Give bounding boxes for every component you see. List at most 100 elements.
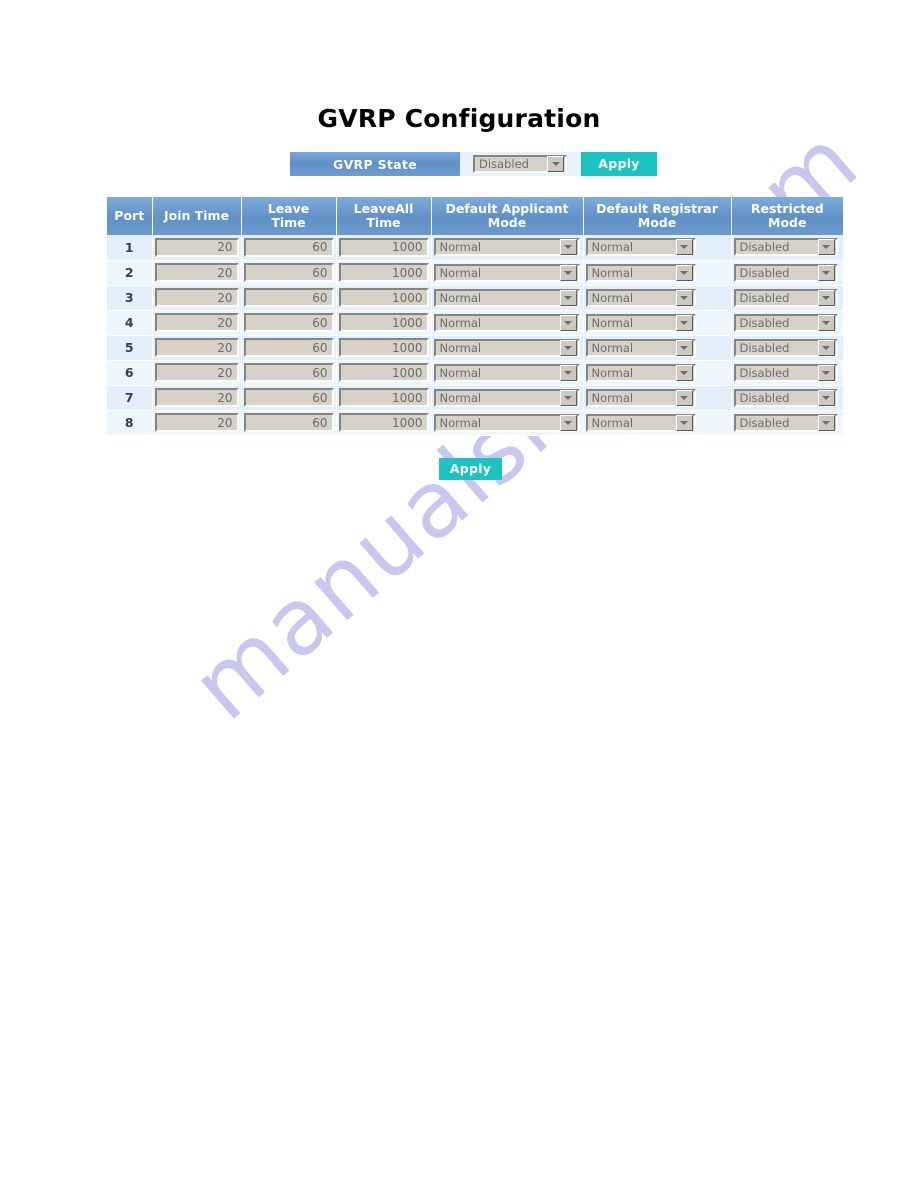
restricted-mode-select[interactable]: Disabled [733, 288, 838, 307]
header-line-1: LeaveAll [353, 201, 414, 216]
watermark-overlay: manualshive.com [0, 0, 918, 1188]
chevron-down-icon [817, 364, 835, 381]
column-header-join-time: Join Time [152, 197, 242, 235]
header-line-1: Port [114, 208, 145, 223]
default-registrar-mode-select[interactable]: Normal [585, 313, 696, 332]
page-title: GVRP Configuration [317, 104, 601, 133]
default-applicant-mode-select[interactable]: Normal [433, 288, 580, 307]
restricted-mode-select[interactable]: Disabled [733, 238, 838, 257]
chevron-down-icon [675, 314, 693, 331]
default-applicant-mode-select-value: Normal [439, 240, 482, 255]
join-time-input[interactable]: 20 [154, 288, 239, 307]
leave-time-input[interactable]: 60 [243, 413, 334, 432]
leaveall-time-input[interactable]: 1000 [338, 263, 429, 282]
restricted-mode-cell: Disabled [731, 260, 843, 286]
join-time-input[interactable]: 20 [154, 363, 239, 382]
gvrp-state-bar: GVRP State Disabled Apply [290, 152, 657, 176]
join-time-cell: 20 [152, 385, 242, 411]
default-registrar-mode-select[interactable]: Normal [585, 288, 696, 307]
default-registrar-mode-select[interactable]: Normal [585, 238, 696, 257]
port-number-cell: 8 [107, 410, 153, 436]
default-applicant-mode-select[interactable]: Normal [433, 413, 580, 432]
leave-time-input[interactable]: 60 [243, 237, 334, 257]
leaveall-time-input[interactable]: 1000 [338, 237, 429, 257]
default-applicant-mode-select[interactable]: Normal [433, 388, 580, 407]
restricted-mode-cell: Disabled [731, 410, 843, 436]
leaveall-time-input[interactable]: 1000 [338, 313, 429, 332]
restricted-mode-select[interactable]: Disabled [733, 388, 838, 407]
default-registrar-mode-select[interactable]: Normal [585, 388, 696, 407]
gvrp-state-apply-button[interactable]: Apply [581, 152, 657, 176]
join-time-input[interactable]: 20 [154, 413, 239, 432]
restricted-mode-select-value: Disabled [739, 365, 790, 380]
default-registrar-mode-cell: Normal [583, 310, 732, 336]
leaveall-time-input[interactable]: 1000 [338, 388, 429, 407]
default-applicant-mode-select[interactable]: Normal [433, 238, 580, 257]
restricted-mode-select[interactable]: Disabled [733, 338, 838, 357]
join-time-cell: 20 [152, 335, 242, 361]
restricted-mode-cell: Disabled [731, 385, 843, 411]
header-line-1: Default Applicant [445, 201, 569, 216]
restricted-mode-select[interactable]: Disabled [733, 263, 838, 282]
leave-time-input[interactable]: 60 [243, 388, 334, 407]
default-registrar-mode-select-value: Normal [591, 365, 634, 380]
column-header-port: Port [107, 197, 153, 235]
header-line-2: Time [366, 215, 401, 230]
leave-time-cell: 60 [241, 335, 337, 361]
default-registrar-mode-select[interactable]: Normal [585, 263, 696, 282]
table-row: 6 20 60 1000 Normal Normal Disabled [107, 360, 843, 386]
leaveall-time-input[interactable]: 1000 [338, 363, 429, 382]
table-row: 3 20 60 1000 Normal Normal Disabled [107, 285, 843, 311]
restricted-mode-select-value: Disabled [739, 390, 790, 405]
leave-time-input[interactable]: 60 [243, 363, 334, 382]
leave-time-cell: 60 [241, 235, 337, 261]
default-registrar-mode-select[interactable]: Normal [585, 338, 696, 357]
default-applicant-mode-select[interactable]: Normal [433, 338, 580, 357]
header-line-2: Mode [637, 215, 677, 230]
chevron-down-icon [559, 339, 577, 356]
restricted-mode-select[interactable]: Disabled [733, 363, 838, 382]
default-registrar-mode-select-value: Normal [591, 315, 634, 330]
leave-time-cell: 60 [241, 385, 337, 411]
default-applicant-mode-select[interactable]: Normal [433, 313, 580, 332]
leaveall-time-cell: 1000 [336, 410, 432, 436]
gvrp-state-select[interactable]: Disabled [473, 155, 567, 173]
default-registrar-mode-select[interactable]: Normal [585, 363, 696, 382]
header-line-1: Default Registrar [596, 201, 718, 216]
default-registrar-mode-select[interactable]: Normal [585, 413, 696, 432]
restricted-mode-select[interactable]: Disabled [733, 313, 838, 332]
table-row: 2 20 60 1000 Normal Normal Disabled [107, 260, 843, 286]
default-applicant-mode-select-value: Normal [439, 265, 482, 280]
join-time-input[interactable]: 20 [154, 313, 239, 332]
port-number-cell: 5 [107, 335, 153, 361]
restricted-mode-select-value: Disabled [739, 315, 790, 330]
default-registrar-mode-cell: Normal [583, 410, 732, 436]
table-apply-button[interactable]: Apply [439, 458, 502, 480]
leave-time-input[interactable]: 60 [243, 313, 334, 332]
leaveall-time-cell: 1000 [336, 385, 432, 411]
leave-time-input[interactable]: 60 [243, 288, 334, 307]
join-time-input[interactable]: 20 [154, 263, 239, 282]
default-applicant-mode-cell: Normal [431, 235, 584, 261]
leaveall-time-input[interactable]: 1000 [338, 413, 429, 432]
chevron-down-icon [547, 156, 564, 172]
join-time-input[interactable]: 20 [154, 338, 239, 357]
table-row: 5 20 60 1000 Normal Normal Disabled [107, 335, 843, 361]
leave-time-input[interactable]: 60 [243, 338, 334, 357]
default-applicant-mode-cell: Normal [431, 410, 584, 436]
default-applicant-mode-select-value: Normal [439, 415, 482, 430]
leaveall-time-input[interactable]: 1000 [338, 288, 429, 307]
join-time-input[interactable]: 20 [154, 237, 239, 257]
header-line-2: Mode [768, 215, 807, 230]
chevron-down-icon [675, 414, 693, 431]
restricted-mode-select[interactable]: Disabled [733, 413, 838, 432]
leave-time-input[interactable]: 60 [243, 263, 334, 282]
restricted-mode-cell: Disabled [731, 285, 843, 311]
default-registrar-mode-cell: Normal [583, 235, 732, 261]
join-time-input[interactable]: 20 [154, 388, 239, 407]
leaveall-time-cell: 1000 [336, 285, 432, 311]
leaveall-time-input[interactable]: 1000 [338, 338, 429, 357]
default-applicant-mode-select[interactable]: Normal [433, 263, 580, 282]
default-applicant-mode-select[interactable]: Normal [433, 363, 580, 382]
join-time-cell: 20 [152, 260, 242, 286]
